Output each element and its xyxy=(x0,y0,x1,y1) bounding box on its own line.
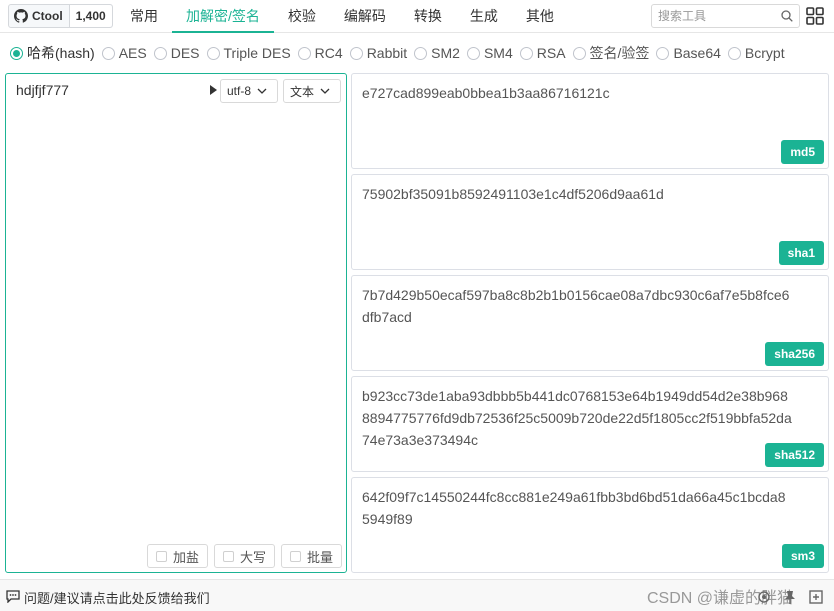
radio-circle[interactable] xyxy=(656,46,670,60)
sha512-copy-button[interactable]: sha512 xyxy=(765,443,824,467)
sha1-output[interactable]: 75902bf35091b8592491103e1c4df5206d9aa61d… xyxy=(351,174,829,270)
message-icon xyxy=(6,590,20,603)
batch-checkbox[interactable]: 批量 xyxy=(281,544,342,568)
tool-search xyxy=(651,4,800,28)
radio-label: Base64 xyxy=(673,45,721,61)
tab-encrypt-sign[interactable]: 加解密/签名 xyxy=(172,0,274,33)
hash-value[interactable]: e727cad899eab0bbea1b3aa86716121c xyxy=(362,82,792,104)
tab-generate[interactable]: 生成 xyxy=(456,0,512,33)
radio-base64[interactable]: Base64 xyxy=(656,45,721,61)
radio-sm2[interactable]: SM2 xyxy=(414,45,460,61)
checkbox-box[interactable] xyxy=(156,550,167,562)
encoding-select[interactable]: utf-8 xyxy=(220,79,278,103)
radio-des[interactable]: DES xyxy=(153,45,200,61)
hash-value[interactable]: 7b7d429b50ecaf597ba8c8b2b1b0156cae08a7db… xyxy=(362,284,792,328)
batch-label: 批量 xyxy=(307,549,334,565)
radio-label: Rabbit xyxy=(366,45,408,61)
radio-bcrypt[interactable]: Bcrypt xyxy=(727,45,785,61)
search-input[interactable] xyxy=(652,5,770,27)
settings-icon[interactable] xyxy=(756,589,772,605)
checkbox-box[interactable] xyxy=(223,550,234,562)
radio-circle[interactable] xyxy=(466,46,480,60)
hash-value[interactable]: b923cc73de1aba93dbbb5b441dc0768153e64b19… xyxy=(362,385,792,451)
search-icon[interactable] xyxy=(781,10,793,22)
encoding-value: utf-8 xyxy=(227,84,252,98)
radio-label: DES xyxy=(170,45,200,61)
app-grid-icon[interactable] xyxy=(806,7,824,25)
tab-convert[interactable]: 转换 xyxy=(400,0,456,33)
radio-label: SM2 xyxy=(431,45,460,61)
radio-label: 签名/验签 xyxy=(589,45,650,61)
radio-circle[interactable] xyxy=(519,46,533,60)
sha512-output[interactable]: b923cc73de1aba93dbbb5b441dc0768153e64b19… xyxy=(351,376,829,472)
salt-checkbox[interactable]: 加盐 xyxy=(147,544,208,568)
top-nav: Ctool 1,400 常用 加解密/签名 校验 编解码 转换 生成 其他 xyxy=(0,0,834,33)
hash-value[interactable]: 642f09f7c14550244fc8cc881e249a61fbb3bd6b… xyxy=(362,486,792,530)
radio-circle[interactable] xyxy=(153,46,167,60)
feedback-link[interactable]: 问题/建议请点击此处反馈给我们 xyxy=(24,588,210,607)
input-value[interactable]: hdjfjf777 xyxy=(16,82,69,98)
github-icon xyxy=(14,9,28,23)
github-repo-link[interactable]: Ctool xyxy=(9,5,70,27)
sm3-output[interactable]: 642f09f7c14550244fc8cc881e249a61fbb3bd6b… xyxy=(351,477,829,573)
sha256-output[interactable]: 7b7d429b50ecaf597ba8c8b2b1b0156cae08a7db… xyxy=(351,275,829,371)
radio-circle[interactable] xyxy=(297,46,311,60)
checkbox-box[interactable] xyxy=(290,550,301,562)
radio-label: Triple DES xyxy=(223,45,291,61)
sm3-copy-button[interactable]: sm3 xyxy=(781,544,824,568)
github-star-count[interactable]: 1,400 xyxy=(69,5,112,27)
category-tabs: 常用 加解密/签名 校验 编解码 转换 生成 其他 xyxy=(116,0,568,33)
radio-rc4[interactable]: RC4 xyxy=(297,45,343,61)
radio-circle[interactable] xyxy=(727,46,741,60)
radio-label: RC4 xyxy=(314,45,343,61)
chevron-down-icon xyxy=(257,88,267,94)
radio-circle[interactable] xyxy=(101,46,115,60)
tab-check[interactable]: 校验 xyxy=(274,0,330,33)
uppercase-label: 大写 xyxy=(240,549,267,565)
radio-label: Bcrypt xyxy=(744,45,785,61)
radio-circle[interactable] xyxy=(414,46,428,60)
radio-circle[interactable] xyxy=(206,46,220,60)
tab-encode[interactable]: 编解码 xyxy=(330,0,400,33)
fullscreen-icon[interactable] xyxy=(808,589,824,605)
radio-label: 哈希(hash) xyxy=(27,45,95,61)
radio-sign-verify[interactable]: 签名/验签 xyxy=(572,43,650,63)
md5-copy-button[interactable]: md5 xyxy=(781,140,824,164)
pin-icon[interactable] xyxy=(782,589,798,605)
expand-triangle-icon[interactable] xyxy=(210,85,217,95)
radio-rabbit[interactable]: Rabbit xyxy=(349,45,408,61)
github-star-badge[interactable]: Ctool 1,400 xyxy=(8,4,113,28)
uppercase-checkbox[interactable]: 大写 xyxy=(214,544,275,568)
radio-rsa[interactable]: RSA xyxy=(519,45,566,61)
radio-circle[interactable] xyxy=(572,46,586,60)
hash-value[interactable]: 75902bf35091b8592491103e1c4df5206d9aa61d xyxy=(362,183,792,205)
tab-common[interactable]: 常用 xyxy=(116,0,172,33)
chevron-down-icon xyxy=(320,88,330,94)
radio-label: RSA xyxy=(536,45,566,61)
sha1-copy-button[interactable]: sha1 xyxy=(778,241,824,265)
radio-triple-des[interactable]: Triple DES xyxy=(206,45,291,61)
radio-sm4[interactable]: SM4 xyxy=(466,45,513,61)
md5-output[interactable]: e727cad899eab0bbea1b3aa86716121c md5 xyxy=(351,73,829,169)
radio-circle[interactable] xyxy=(349,46,363,60)
radio-label: SM4 xyxy=(483,45,513,61)
sha256-copy-button[interactable]: sha256 xyxy=(765,342,824,366)
tab-other[interactable]: 其他 xyxy=(512,0,568,33)
input-type-select[interactable]: 文本 xyxy=(283,79,341,103)
radio-label: AES xyxy=(118,45,147,61)
hash-input-textarea[interactable]: hdjfjf777 utf-8 文本 加盐 大写 批量 xyxy=(5,73,347,573)
radio-circle[interactable] xyxy=(10,46,23,60)
footer-bar: 问题/建议请点击此处反馈给我们 CSDN @谦虚的胖猫 xyxy=(0,579,834,611)
radio-aes[interactable]: AES xyxy=(101,45,147,61)
algorithm-selector: 哈希(hash) AES DES Triple DES RC4 Rabbit S… xyxy=(10,44,792,62)
input-type-value: 文本 xyxy=(290,84,315,99)
radio-hash[interactable]: 哈希(hash) xyxy=(10,43,95,63)
github-repo-name: Ctool xyxy=(32,9,63,23)
salt-label: 加盐 xyxy=(173,549,200,565)
